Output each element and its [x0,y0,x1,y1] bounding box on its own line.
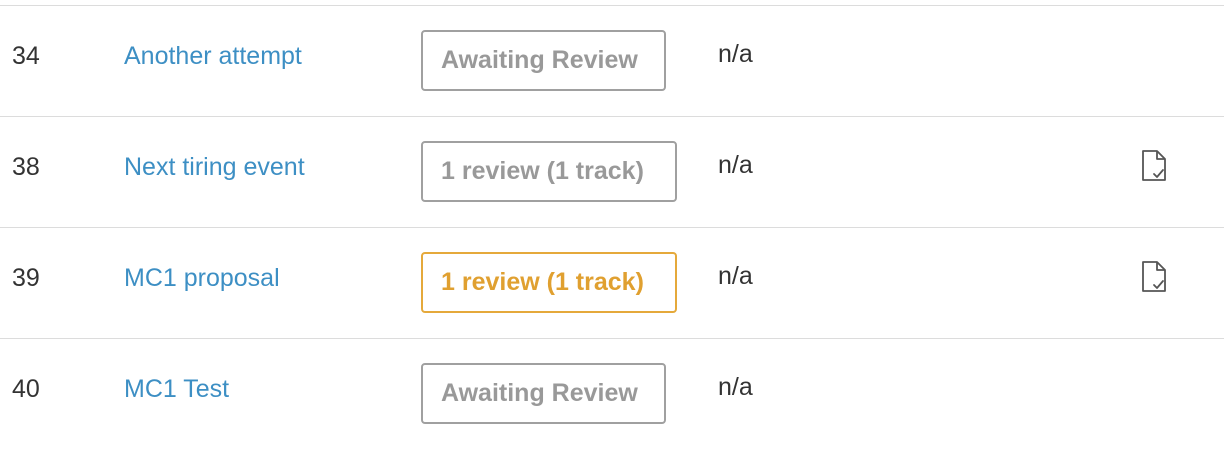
submission-value: n/a [718,40,753,68]
submission-id: 34 [12,42,40,70]
table-row: 40 MC1 Test Awaiting Review n/a [0,339,1224,450]
submission-value: n/a [718,151,753,179]
submission-title-link[interactable]: MC1 proposal [124,264,280,293]
table-row: 38 Next tiring event 1 review (1 track) … [0,117,1224,228]
status-badge[interactable]: Awaiting Review [421,30,666,91]
submission-value: n/a [718,373,753,401]
document-check-icon[interactable] [1140,149,1168,183]
submission-title-link[interactable]: Another attempt [124,42,302,71]
document-check-icon[interactable] [1140,260,1168,294]
submission-title-link[interactable]: MC1 Test [124,375,229,404]
submission-value: n/a [718,262,753,290]
status-badge[interactable]: 1 review (1 track) [421,141,677,202]
submission-id: 38 [12,153,40,181]
status-badge[interactable]: Awaiting Review [421,363,666,424]
submission-id: 40 [12,375,40,403]
status-badge[interactable]: 1 review (1 track) [421,252,677,313]
submission-title-link[interactable]: Next tiring event [124,153,305,182]
submissions-table: 34 Another attempt Awaiting Review n/a 3… [0,5,1224,449]
table-row: 34 Another attempt Awaiting Review n/a [0,6,1224,117]
table-row: 39 MC1 proposal 1 review (1 track) n/a [0,228,1224,339]
submission-id: 39 [12,264,40,292]
